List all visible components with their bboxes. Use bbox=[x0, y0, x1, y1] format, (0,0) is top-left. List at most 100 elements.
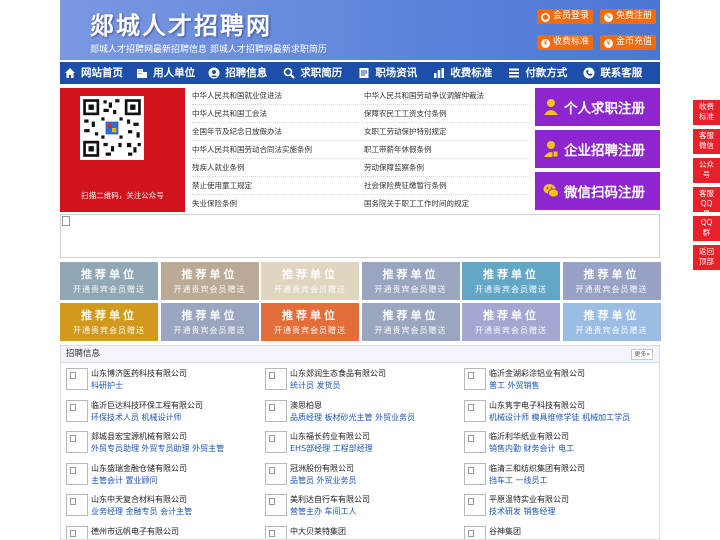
job-titles[interactable]: 营管主办 车间工人 bbox=[290, 506, 357, 517]
job-item[interactable]: 平原温特实业有限公司 技术研发 销售经理 bbox=[459, 491, 649, 521]
company-logo[interactable] bbox=[464, 525, 486, 539]
job-titles[interactable]: 业务经理 金融专员 会计主管 bbox=[91, 506, 192, 517]
company-name[interactable]: 山东隽宇电子科技有限公司 bbox=[489, 400, 585, 411]
job-titles[interactable]: 主管会计 置业顾问 bbox=[91, 475, 158, 486]
recommended-company-slot[interactable]: 推荐单位 开通贵宾会员赠送 bbox=[462, 303, 560, 341]
company-name[interactable]: 平原温特实业有限公司 bbox=[489, 494, 569, 505]
job-item[interactable]: 临沂金湖彩涂铝业有限公司 普工 外贸销售 bbox=[459, 365, 649, 395]
job-titles[interactable]: 统计员 发货员 bbox=[290, 380, 341, 391]
law-link[interactable]: 劳动保障监察条例 bbox=[364, 163, 424, 173]
job-item[interactable]: 山东郯润生态食品有限公司 统计员 发货员 bbox=[260, 365, 450, 395]
law-link[interactable]: 失业保险条例 bbox=[192, 199, 237, 209]
company-logo[interactable] bbox=[464, 431, 486, 453]
side-button-qq[interactable]: 客服QQ号 bbox=[693, 187, 720, 218]
job-item[interactable]: 临沂利华纸业有限公司 销售内勤 财务会计 电工 bbox=[459, 428, 649, 458]
recommended-company-slot[interactable]: 推荐单位 开通贵宾会员赠送 bbox=[60, 262, 158, 300]
recommended-company-slot[interactable]: 推荐单位 开通贵宾会员赠送 bbox=[60, 303, 158, 341]
job-item[interactable]: 临沂巨达科技环保工程有限公司 环保技术人员 机械设计师 bbox=[61, 397, 251, 427]
login-button[interactable]: ● 会员登录 bbox=[537, 9, 594, 24]
company-logo[interactable] bbox=[66, 431, 88, 453]
law-link[interactable]: 社会保险费征缴暂行条例 bbox=[364, 181, 447, 191]
company-logo[interactable] bbox=[265, 525, 287, 539]
nav-item-employers[interactable]: 用人单位 bbox=[132, 62, 204, 84]
job-titles[interactable]: EHS部经理 工程部经理 bbox=[290, 443, 373, 454]
job-titles[interactable]: 科研护士 bbox=[91, 380, 123, 391]
company-name[interactable]: 临沂巨达科技环保工程有限公司 bbox=[91, 400, 203, 411]
company-logo[interactable] bbox=[265, 431, 287, 453]
company-name[interactable]: 山东博济医药科技有限公司 bbox=[91, 368, 187, 379]
company-name[interactable]: 临清三和纺织集团有限公司 bbox=[489, 463, 585, 474]
job-titles[interactable]: 环保技术人员 机械设计师 bbox=[91, 412, 182, 423]
company-logo[interactable] bbox=[66, 494, 88, 516]
company-logo[interactable] bbox=[464, 399, 486, 422]
company-logo[interactable] bbox=[265, 368, 287, 390]
job-item[interactable]: 山东福长药业有限公司 EHS部经理 工程部经理 bbox=[260, 428, 450, 458]
recommended-company-slot[interactable]: 推荐单位 开通贵宾会员赠送 bbox=[261, 262, 359, 300]
company-name[interactable]: 谷神集团 bbox=[489, 526, 521, 537]
side-button-wechat[interactable]: 客服微信 bbox=[693, 129, 720, 154]
recommended-company-slot[interactable]: 推荐单位 开通贵宾会员赠送 bbox=[462, 262, 560, 300]
job-titles[interactable]: 普工 外贸销售 bbox=[489, 380, 540, 391]
law-link[interactable]: 中华人民共和国劳动争议调解仲裁法 bbox=[364, 91, 484, 101]
side-button-arrow-up[interactable]: 返回顶部 bbox=[693, 245, 720, 270]
company-logo[interactable] bbox=[464, 368, 486, 390]
company-name[interactable]: 德州市远帆电子有限公司 bbox=[91, 526, 179, 537]
nav-item-payment[interactable]: 付款方式 bbox=[504, 62, 579, 84]
company-name[interactable]: 中大贝莱特集团 bbox=[290, 526, 346, 537]
pricing-button[interactable]: ¥ 收费标准 bbox=[537, 35, 594, 50]
job-titles[interactable]: 销售内勤 财务会计 电工 bbox=[489, 443, 574, 454]
law-link[interactable]: 中华人民共和国劳动合同法实施条例 bbox=[192, 145, 312, 155]
job-item[interactable]: 山东隽宇电子科技有限公司 机械设计师 模具维修学徒 机械加工学员 bbox=[459, 397, 649, 427]
nav-item-support[interactable]: 联系客服 bbox=[579, 62, 660, 84]
recommended-company-slot[interactable]: 推荐单位 开通贵宾会员赠送 bbox=[160, 303, 259, 341]
company-name[interactable]: 郯城县宏宝源机械有限公司 bbox=[91, 431, 187, 442]
job-item[interactable]: 临清三和纺织集团有限公司 挡车工 一线员工 bbox=[459, 460, 649, 490]
job-item[interactable]: 山东博济医药科技有限公司 科研护士 bbox=[61, 365, 251, 395]
job-item[interactable]: 郯城县宏宝源机械有限公司 外贸专员助理 外贸专员助理 外贸主管 bbox=[61, 428, 251, 458]
law-link[interactable]: 禁止使用童工规定 bbox=[192, 181, 252, 191]
law-link[interactable]: 全国年节及纪念日放假办法 bbox=[192, 127, 282, 137]
company-logo[interactable] bbox=[66, 368, 88, 390]
recharge-button[interactable]: ¥ 金币充值 bbox=[600, 35, 657, 50]
law-link[interactable]: 中华人民共和国就业促进法 bbox=[192, 91, 282, 101]
company-logo[interactable] bbox=[464, 462, 486, 485]
more-link[interactable]: 更多» bbox=[631, 349, 653, 360]
nav-item-resumes[interactable]: 求职简历 bbox=[279, 62, 354, 84]
law-link[interactable]: 女职工劳动保护特别规定 bbox=[364, 127, 447, 137]
job-item[interactable]: 谷神集团解说员 培训专员 bbox=[459, 523, 649, 539]
company-logo[interactable] bbox=[265, 462, 287, 485]
law-link[interactable]: 残疾人就业条例 bbox=[192, 163, 245, 173]
nav-item-jobs[interactable]: 招聘信息 bbox=[204, 62, 279, 84]
company-name[interactable]: 山东郯润生态食品有限公司 bbox=[290, 368, 386, 379]
job-titles[interactable]: 技术研发 销售经理 bbox=[489, 506, 556, 517]
personal-register-button[interactable]: 个人求职注册 bbox=[535, 88, 660, 126]
job-item[interactable]: 澳思柏恩 品质经理 板材砂光主管 外贸业务员 bbox=[260, 397, 450, 427]
job-item[interactable]: 山东盛瑞金融仓储有限公司 主管会计 置业顾问 bbox=[61, 460, 251, 490]
job-item[interactable]: 冠洲股份有限公司 品管员 外贸业务员 bbox=[260, 460, 450, 490]
job-item[interactable]: 中大贝莱特集团绩效经理 预算员 bbox=[260, 523, 450, 539]
recommended-company-slot[interactable]: 推荐单位 开通贵宾会员赠送 bbox=[361, 303, 460, 341]
company-name[interactable]: 澳思柏恩 bbox=[290, 400, 322, 411]
nav-item-home[interactable]: 网站首页 bbox=[60, 62, 132, 84]
wechat-register-button[interactable]: 微信扫码注册 bbox=[535, 172, 660, 210]
law-link[interactable]: 职工带薪年休假条例 bbox=[364, 145, 432, 155]
job-titles[interactable]: 机械设计师 模具维修学徒 机械加工学员 bbox=[489, 412, 630, 423]
company-logo[interactable] bbox=[265, 494, 287, 516]
side-button-qr[interactable]: 公众号 bbox=[693, 158, 720, 183]
banner-image[interactable] bbox=[60, 214, 660, 258]
company-name[interactable]: 山东福长药业有限公司 bbox=[290, 431, 370, 442]
company-name[interactable]: 冠洲股份有限公司 bbox=[290, 463, 354, 474]
job-item[interactable]: 山东中天复合材料有限公司 业务经理 金融专员 会计主管 bbox=[61, 491, 251, 521]
job-titles[interactable]: 外贸专员助理 外贸专员助理 外贸主管 bbox=[91, 443, 224, 454]
side-button-group[interactable]: QQ群 bbox=[693, 216, 720, 241]
company-register-button[interactable]: 企业招聘注册 bbox=[535, 130, 660, 168]
recommended-company-slot[interactable]: 推荐单位 开通贵宾会员赠送 bbox=[361, 262, 460, 300]
job-titles[interactable]: 挡车工 一线员工 bbox=[489, 475, 548, 486]
job-item[interactable]: 美利达自行车有限公司 营管主办 车间工人 bbox=[260, 491, 450, 521]
nav-item-pricing[interactable]: 收费标准 bbox=[429, 62, 504, 84]
job-item[interactable]: 德州市远帆电子有限公司项目经理 网站程序员 网站编辑 bbox=[61, 523, 251, 539]
law-link[interactable]: 中华人民共和国工会法 bbox=[192, 109, 267, 119]
job-titles[interactable]: 品管员 外贸业务员 bbox=[290, 475, 357, 486]
recommended-company-slot[interactable]: 推荐单位 开通贵宾会员赠送 bbox=[562, 262, 661, 300]
company-name[interactable]: 山东中天复合材料有限公司 bbox=[91, 494, 187, 505]
